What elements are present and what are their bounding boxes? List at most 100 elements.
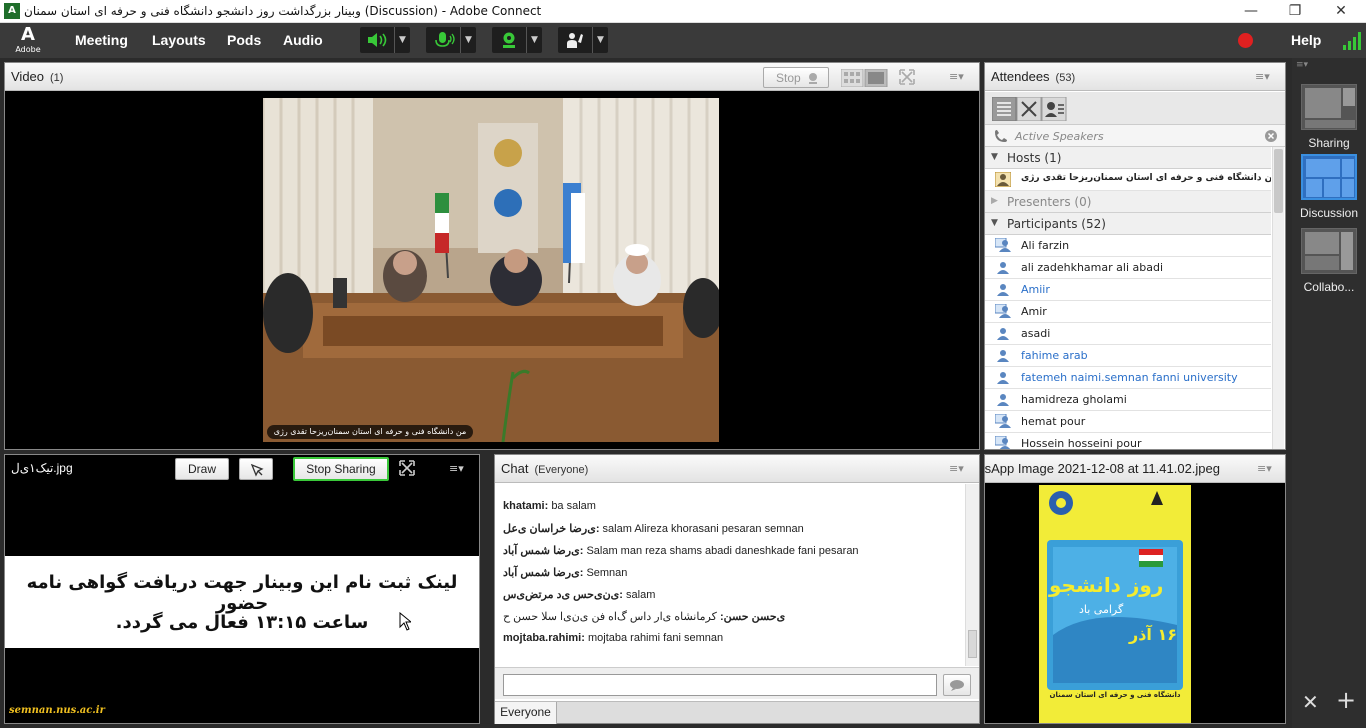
host-row[interactable]: من دانشگاه فنی و حرفه ای استان سمنان‌ریز… xyxy=(985,169,1271,191)
chevron-down-icon[interactable]: ▼ xyxy=(460,27,476,53)
pod-options-icon[interactable]: ≡▾ xyxy=(449,463,467,475)
participants-section[interactable]: ▼ Participants (52) xyxy=(985,213,1271,235)
poster-title: روز دانشجو xyxy=(1049,573,1164,597)
layout-collaboration-thumbnail xyxy=(1301,228,1357,274)
menu-pods[interactable]: Pods xyxy=(227,32,261,48)
participant-name: Amir xyxy=(1021,305,1047,318)
pod-options-icon[interactable]: ≡▾ xyxy=(949,463,967,475)
user-icon xyxy=(997,262,1009,274)
participant-row[interactable]: asadi xyxy=(985,323,1271,345)
participant-row[interactable]: hemat pour xyxy=(985,411,1271,433)
image-pod-header: tsApp Image 2021-12-08 at 11.41.02.jpeg … xyxy=(985,455,1285,483)
microphone-control[interactable]: ▼ xyxy=(426,27,476,53)
chevron-down-icon[interactable]: ▼ xyxy=(526,27,542,53)
chat-sender: ی‌حسن حسن: xyxy=(719,611,786,623)
layout-discussion[interactable]: Discussion xyxy=(1298,154,1360,220)
participant-name: fahime arab xyxy=(1021,349,1088,362)
status-control[interactable]: ▼ xyxy=(558,27,608,53)
layout-sharing-label: Sharing xyxy=(1308,136,1350,150)
pointer-button[interactable] xyxy=(239,458,273,480)
participant-name: ali zadehkhamar ali abadi xyxy=(1021,261,1163,274)
presenters-section[interactable]: ▶ Presenters (0) xyxy=(985,191,1271,213)
active-speakers-bar: Active Speakers xyxy=(985,125,1285,147)
participant-row[interactable]: fatemeh naimi.semnan fanni university xyxy=(985,367,1271,389)
chevron-down-icon[interactable]: ▼ xyxy=(394,27,410,53)
scrollbar-thumb[interactable] xyxy=(968,630,977,658)
attendee-list: ▼ Hosts (1) من دانشگاه فنی و حرفه ای استا… xyxy=(985,147,1271,449)
send-message-button[interactable] xyxy=(943,674,971,696)
chat-messages: khatami: ba salam ی‌رضا خراسان ی‌عل: sala… xyxy=(495,484,965,666)
chat-scrollbar[interactable] xyxy=(965,484,979,666)
chevron-right-icon: ▶ xyxy=(991,196,998,206)
attendees-pod-title: Attendees xyxy=(991,69,1050,84)
close-icon[interactable] xyxy=(1265,130,1277,142)
attendee-list-scrollbar[interactable] xyxy=(1272,147,1284,449)
scrollbar-thumb[interactable] xyxy=(1274,149,1283,213)
speaker-control[interactable]: ▼ xyxy=(360,27,410,53)
video-caption: من دانشگاه فنی و حرفه ای استان سمنان‌ریز… xyxy=(267,425,473,439)
stop-sharing-button[interactable]: Stop Sharing xyxy=(293,457,389,481)
rail-menu-icon[interactable]: ≡▾ xyxy=(1296,60,1362,70)
microphone-icon xyxy=(435,32,455,47)
add-layout-button[interactable]: + xyxy=(1336,686,1356,714)
participant-row[interactable]: Hossein hosseini pour xyxy=(985,433,1271,449)
pod-options-icon[interactable]: ≡▾ xyxy=(1255,71,1273,83)
layout-discussion-thumbnail xyxy=(1301,154,1357,200)
attendees-pod: Attendees (53) ≡▾ Active Speakers ▼ Hosts … xyxy=(984,62,1286,450)
share-pod-title: تیک۱ی‌ل.jpg xyxy=(11,461,73,475)
menu-meeting[interactable]: Meeting xyxy=(75,32,128,48)
user-device-icon xyxy=(995,238,1011,252)
chat-pod: Chat (Everyone) ≡▾ khatami: ba salam ی‌رضا… xyxy=(494,454,980,724)
host-icon xyxy=(995,172,1011,187)
participant-row[interactable]: Amir xyxy=(985,301,1271,323)
chat-message: ی‌ن‌ی‌حس ی‌د مرتض‌ی‌س: salam xyxy=(503,588,655,601)
menu-layouts[interactable]: Layouts xyxy=(152,32,206,48)
participant-row[interactable]: Ali farzin xyxy=(985,235,1271,257)
stop-video-button[interactable]: Stop xyxy=(763,67,829,88)
close-icon[interactable]: ✕ xyxy=(1302,690,1319,714)
participant-name: Amiir xyxy=(1021,283,1050,296)
fullscreen-icon[interactable] xyxy=(899,69,915,85)
user-icon xyxy=(997,394,1009,406)
view-mode-icon[interactable] xyxy=(992,97,1068,121)
participant-row[interactable]: hamidreza gholami xyxy=(985,389,1271,411)
video-feed xyxy=(263,98,719,442)
pod-options-icon[interactable]: ≡▾ xyxy=(949,71,967,83)
maximize-button[interactable]: ❐ xyxy=(1280,2,1310,20)
participant-name: asadi xyxy=(1021,327,1051,340)
watermark: semnan.nus.ac.ir xyxy=(9,705,105,716)
chat-input[interactable] xyxy=(503,674,937,696)
app-icon: A xyxy=(4,3,20,19)
chat-tab-everyone[interactable]: Everyone xyxy=(495,702,557,724)
minimize-button[interactable]: — xyxy=(1236,2,1266,20)
chevron-down-icon[interactable]: ▼ xyxy=(592,27,608,53)
chat-message: khatami: ba salam xyxy=(503,500,596,512)
participant-row[interactable]: Amiir xyxy=(985,279,1271,301)
pod-options-icon[interactable]: ≡▾ xyxy=(1257,463,1275,475)
chat-sender: ی‌رضا شمس آباد: xyxy=(503,567,584,579)
poster-subtitle: گرامی باد xyxy=(1079,603,1124,616)
close-window-button[interactable]: ✕ xyxy=(1326,2,1356,20)
hosts-section[interactable]: ▼ Hosts (1) xyxy=(985,147,1271,169)
menu-audio[interactable]: Audio xyxy=(283,32,323,48)
connection-signal-icon xyxy=(1343,32,1361,50)
poster-date: ۱۶ آذر xyxy=(1129,625,1178,644)
draw-button[interactable]: Draw xyxy=(175,458,229,480)
recording-indicator[interactable] xyxy=(1238,33,1253,48)
help-menu[interactable]: Help xyxy=(1291,32,1321,48)
raise-hand-icon xyxy=(567,33,583,48)
video-layout-icon[interactable] xyxy=(841,69,889,87)
layout-collaboration[interactable]: Collabo... xyxy=(1298,228,1360,294)
fullscreen-icon[interactable] xyxy=(399,460,415,476)
slide-line-1: لینک ثبت نام این وبینار جهت دریافت گواهی… xyxy=(26,572,458,614)
chat-text: ba salam xyxy=(551,500,596,512)
chat-sender: ی‌رضا شمس آباد: xyxy=(503,545,584,557)
layout-sharing[interactable]: Sharing xyxy=(1298,84,1360,150)
chat-sender: ی‌ن‌ی‌حس ی‌د مرتض‌ی‌س: xyxy=(503,589,623,601)
speaker-icon xyxy=(368,33,387,47)
participant-row[interactable]: fahime arab xyxy=(985,345,1271,367)
camera-control[interactable]: ▼ xyxy=(492,27,542,53)
participant-row[interactable]: ali zadehkhamar ali abadi xyxy=(985,257,1271,279)
participant-name: hemat pour xyxy=(1021,415,1086,428)
layout-discussion-label: Discussion xyxy=(1299,206,1359,220)
